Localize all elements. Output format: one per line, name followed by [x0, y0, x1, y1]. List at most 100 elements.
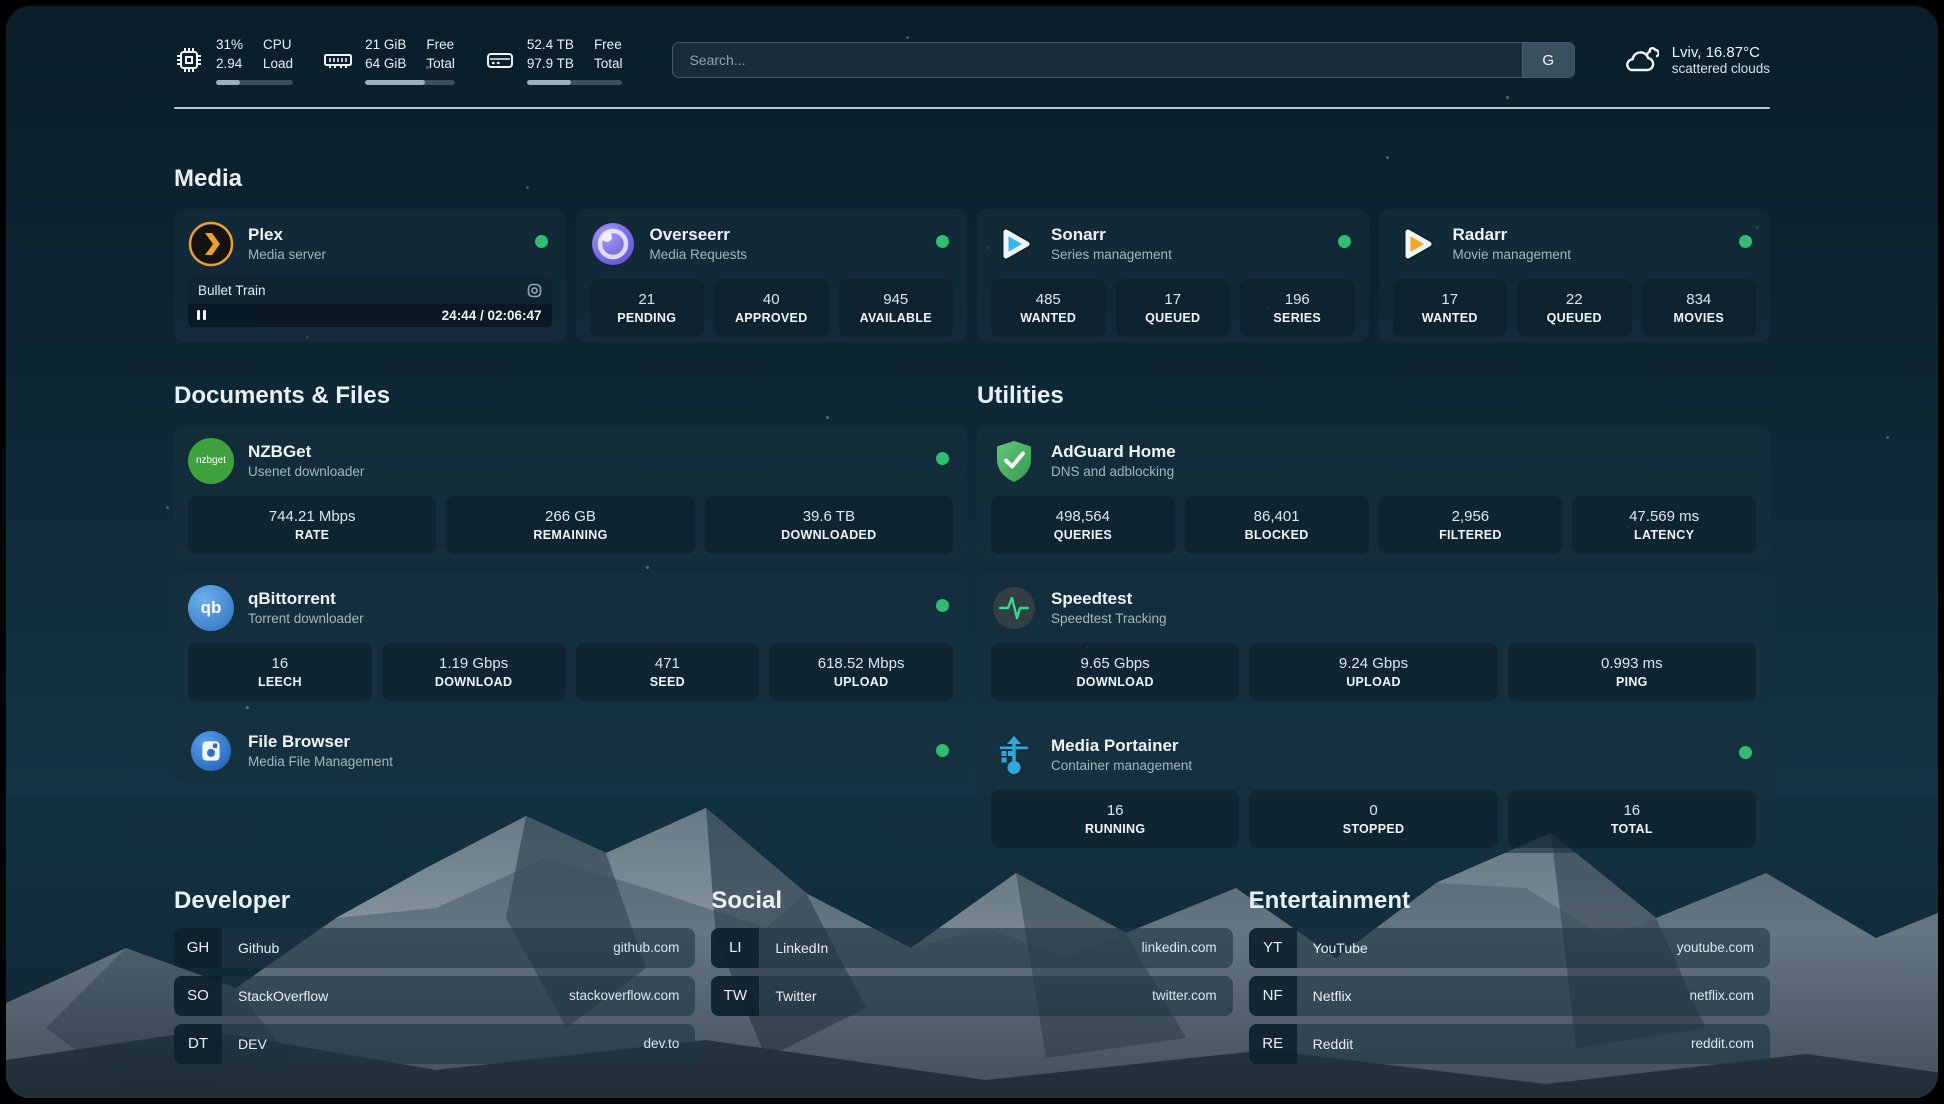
- weather-widget[interactable]: Lviv, 16.87°C scattered clouds: [1621, 44, 1770, 76]
- qbittorrent-card[interactable]: qb qBittorrent Torrent downloader 16: [174, 573, 967, 706]
- bookmark-netflix[interactable]: NF Netflix netflix.com: [1249, 976, 1770, 1016]
- sonarr-stat-queued: 17 QUEUED: [1116, 279, 1231, 337]
- cloud-icon: [1621, 44, 1659, 76]
- adguard-card[interactable]: AdGuard Home DNS and adblocking 498,564 …: [977, 426, 1770, 559]
- memory-label-bottom: Total: [426, 55, 455, 74]
- portainer-stat-running: 16 RUNNING: [991, 790, 1239, 848]
- disk-label-top: Free: [594, 36, 623, 55]
- disk-icon: [485, 46, 515, 74]
- nzbget-subtitle: Usenet downloader: [248, 463, 364, 481]
- radarr-icon: [1393, 221, 1439, 267]
- bookmark-linkedin[interactable]: LI LinkedIn linkedin.com: [711, 928, 1232, 968]
- section-heading-documents: Documents & Files: [174, 382, 967, 410]
- portainer-subtitle: Container management: [1051, 757, 1192, 775]
- cpu-label-top: CPU: [263, 36, 293, 55]
- radarr-stat-queued: 22 QUEUED: [1517, 279, 1632, 337]
- player-settings-icon[interactable]: [527, 283, 542, 298]
- youtube-name: YouTube: [1297, 940, 1368, 956]
- speedtest-stat-upload: 9.24 Gbps UPLOAD: [1249, 643, 1497, 701]
- playback-elapsed: [188, 304, 257, 327]
- adguard-stat-queries: 498,564 QUERIES: [991, 496, 1175, 554]
- portainer-card[interactable]: Media Portainer Container management 16 …: [977, 720, 1770, 853]
- memory-stat: 21 GiB 64 GiB Free Total: [323, 36, 455, 85]
- search-bar: G: [672, 42, 1574, 78]
- github-name: Github: [222, 940, 279, 956]
- memory-progress-track: [365, 80, 455, 85]
- reddit-name: Reddit: [1297, 1036, 1353, 1052]
- sonarr-stat-series: 196 SERIES: [1240, 279, 1355, 337]
- cpu-icon: [174, 46, 204, 74]
- disk-total-value: 97.9 TB: [527, 55, 574, 74]
- disk-free-value: 52.4 TB: [527, 36, 574, 55]
- overseerr-card[interactable]: Overseerr Media Requests 21 PENDING 40 A…: [576, 209, 968, 342]
- sonarr-subtitle: Series management: [1051, 246, 1172, 264]
- search-engine-button[interactable]: G: [1522, 43, 1574, 77]
- adguard-subtitle: DNS and adblocking: [1051, 463, 1176, 481]
- radarr-stat-wanted: 17 WANTED: [1393, 279, 1508, 337]
- radarr-subtitle: Movie management: [1453, 246, 1572, 264]
- entertainment-section: Entertainment YT YouTube youtube.com NF …: [1249, 887, 1770, 1064]
- sonarr-title: Sonarr: [1051, 224, 1172, 245]
- overseerr-stat-available: 945 AVAILABLE: [839, 279, 954, 337]
- qbittorrent-status-dot: [936, 599, 949, 612]
- speedtest-stat-ping: 0.993 ms PING: [1508, 643, 1756, 701]
- qbittorrent-stat-download: 1.19 Gbps DOWNLOAD: [382, 643, 566, 701]
- bookmark-github[interactable]: GH Github github.com: [174, 928, 695, 968]
- cpu-progress-track: [216, 80, 293, 85]
- twitter-badge: TW: [711, 976, 759, 1016]
- dashboard-window: 31% 2.94 CPU Load: [6, 6, 1938, 1098]
- now-playing-title: Bullet Train: [198, 283, 266, 298]
- bookmark-stackoverflow[interactable]: SO StackOverflow stackoverflow.com: [174, 976, 695, 1016]
- disk-progress-track: [527, 80, 623, 85]
- plex-title: Plex: [248, 224, 326, 245]
- speedtest-icon: [991, 585, 1037, 631]
- qbittorrent-stat-upload: 618.52 Mbps UPLOAD: [769, 643, 953, 701]
- nzbget-card[interactable]: nzbget NZBGet Usenet downloader 744.21 M…: [174, 426, 967, 559]
- section-heading-entertainment: Entertainment: [1249, 887, 1770, 915]
- utilities-column: Utilities: [977, 382, 1770, 853]
- bookmark-reddit[interactable]: RE Reddit reddit.com: [1249, 1024, 1770, 1064]
- plex-card[interactable]: Plex Media server Bullet Train: [174, 209, 566, 342]
- disk-stat: 52.4 TB 97.9 TB Free Total: [485, 36, 623, 85]
- stackoverflow-name: StackOverflow: [222, 988, 328, 1004]
- speedtest-stat-download: 9.65 Gbps DOWNLOAD: [991, 643, 1239, 701]
- dev-url: dev.to: [644, 1036, 696, 1051]
- qbittorrent-title: qBittorrent: [248, 588, 364, 609]
- bookmark-twitter[interactable]: TW Twitter twitter.com: [711, 976, 1232, 1016]
- github-badge: GH: [174, 928, 222, 968]
- plex-status-dot: [535, 235, 548, 248]
- playback-progress-bar[interactable]: 24:44 / 02:06:47: [188, 304, 552, 327]
- bookmark-youtube[interactable]: YT YouTube youtube.com: [1249, 928, 1770, 968]
- system-stats: 31% 2.94 CPU Load: [174, 36, 622, 85]
- radarr-stat-movies: 834 MOVIES: [1642, 279, 1757, 337]
- pause-icon[interactable]: [197, 310, 206, 320]
- section-heading-social: Social: [711, 887, 1232, 915]
- plex-subtitle: Media server: [248, 246, 326, 264]
- sonarr-card[interactable]: Sonarr Series management 485 WANTED 17 Q…: [977, 209, 1369, 342]
- portainer-icon: [991, 732, 1037, 778]
- search-input[interactable]: [673, 43, 1521, 77]
- speedtest-card[interactable]: Speedtest Speedtest Tracking 9.65 Gbps D…: [977, 573, 1770, 706]
- qbittorrent-stat-leech: 16 LEECH: [188, 643, 372, 701]
- filebrowser-card[interactable]: File Browser Media File Management: [174, 720, 967, 782]
- adguard-title: AdGuard Home: [1051, 441, 1176, 462]
- portainer-status-dot: [1739, 746, 1752, 759]
- nzbget-status-dot: [936, 452, 949, 465]
- bookmark-dev[interactable]: DT DEV dev.to: [174, 1024, 695, 1064]
- nzbget-stat-remaining: 266 GB REMAINING: [446, 496, 694, 554]
- youtube-badge: YT: [1249, 928, 1297, 968]
- dev-badge: DT: [174, 1024, 222, 1064]
- overseerr-status-dot: [936, 235, 949, 248]
- radarr-status-dot: [1739, 235, 1752, 248]
- radarr-card[interactable]: Radarr Movie management 17 WANTED 22 QUE…: [1379, 209, 1771, 342]
- top-bar: 31% 2.94 CPU Load: [174, 36, 1770, 85]
- disk-label-bottom: Total: [594, 55, 623, 74]
- section-heading-media: Media: [174, 165, 1770, 193]
- github-url: github.com: [613, 940, 695, 955]
- twitter-url: twitter.com: [1152, 988, 1233, 1003]
- cpu-label-bottom: Load: [263, 55, 293, 74]
- portainer-title: Media Portainer: [1051, 735, 1192, 756]
- sonarr-status-dot: [1338, 235, 1351, 248]
- memory-free-value: 21 GiB: [365, 36, 406, 55]
- speedtest-title: Speedtest: [1051, 588, 1167, 609]
